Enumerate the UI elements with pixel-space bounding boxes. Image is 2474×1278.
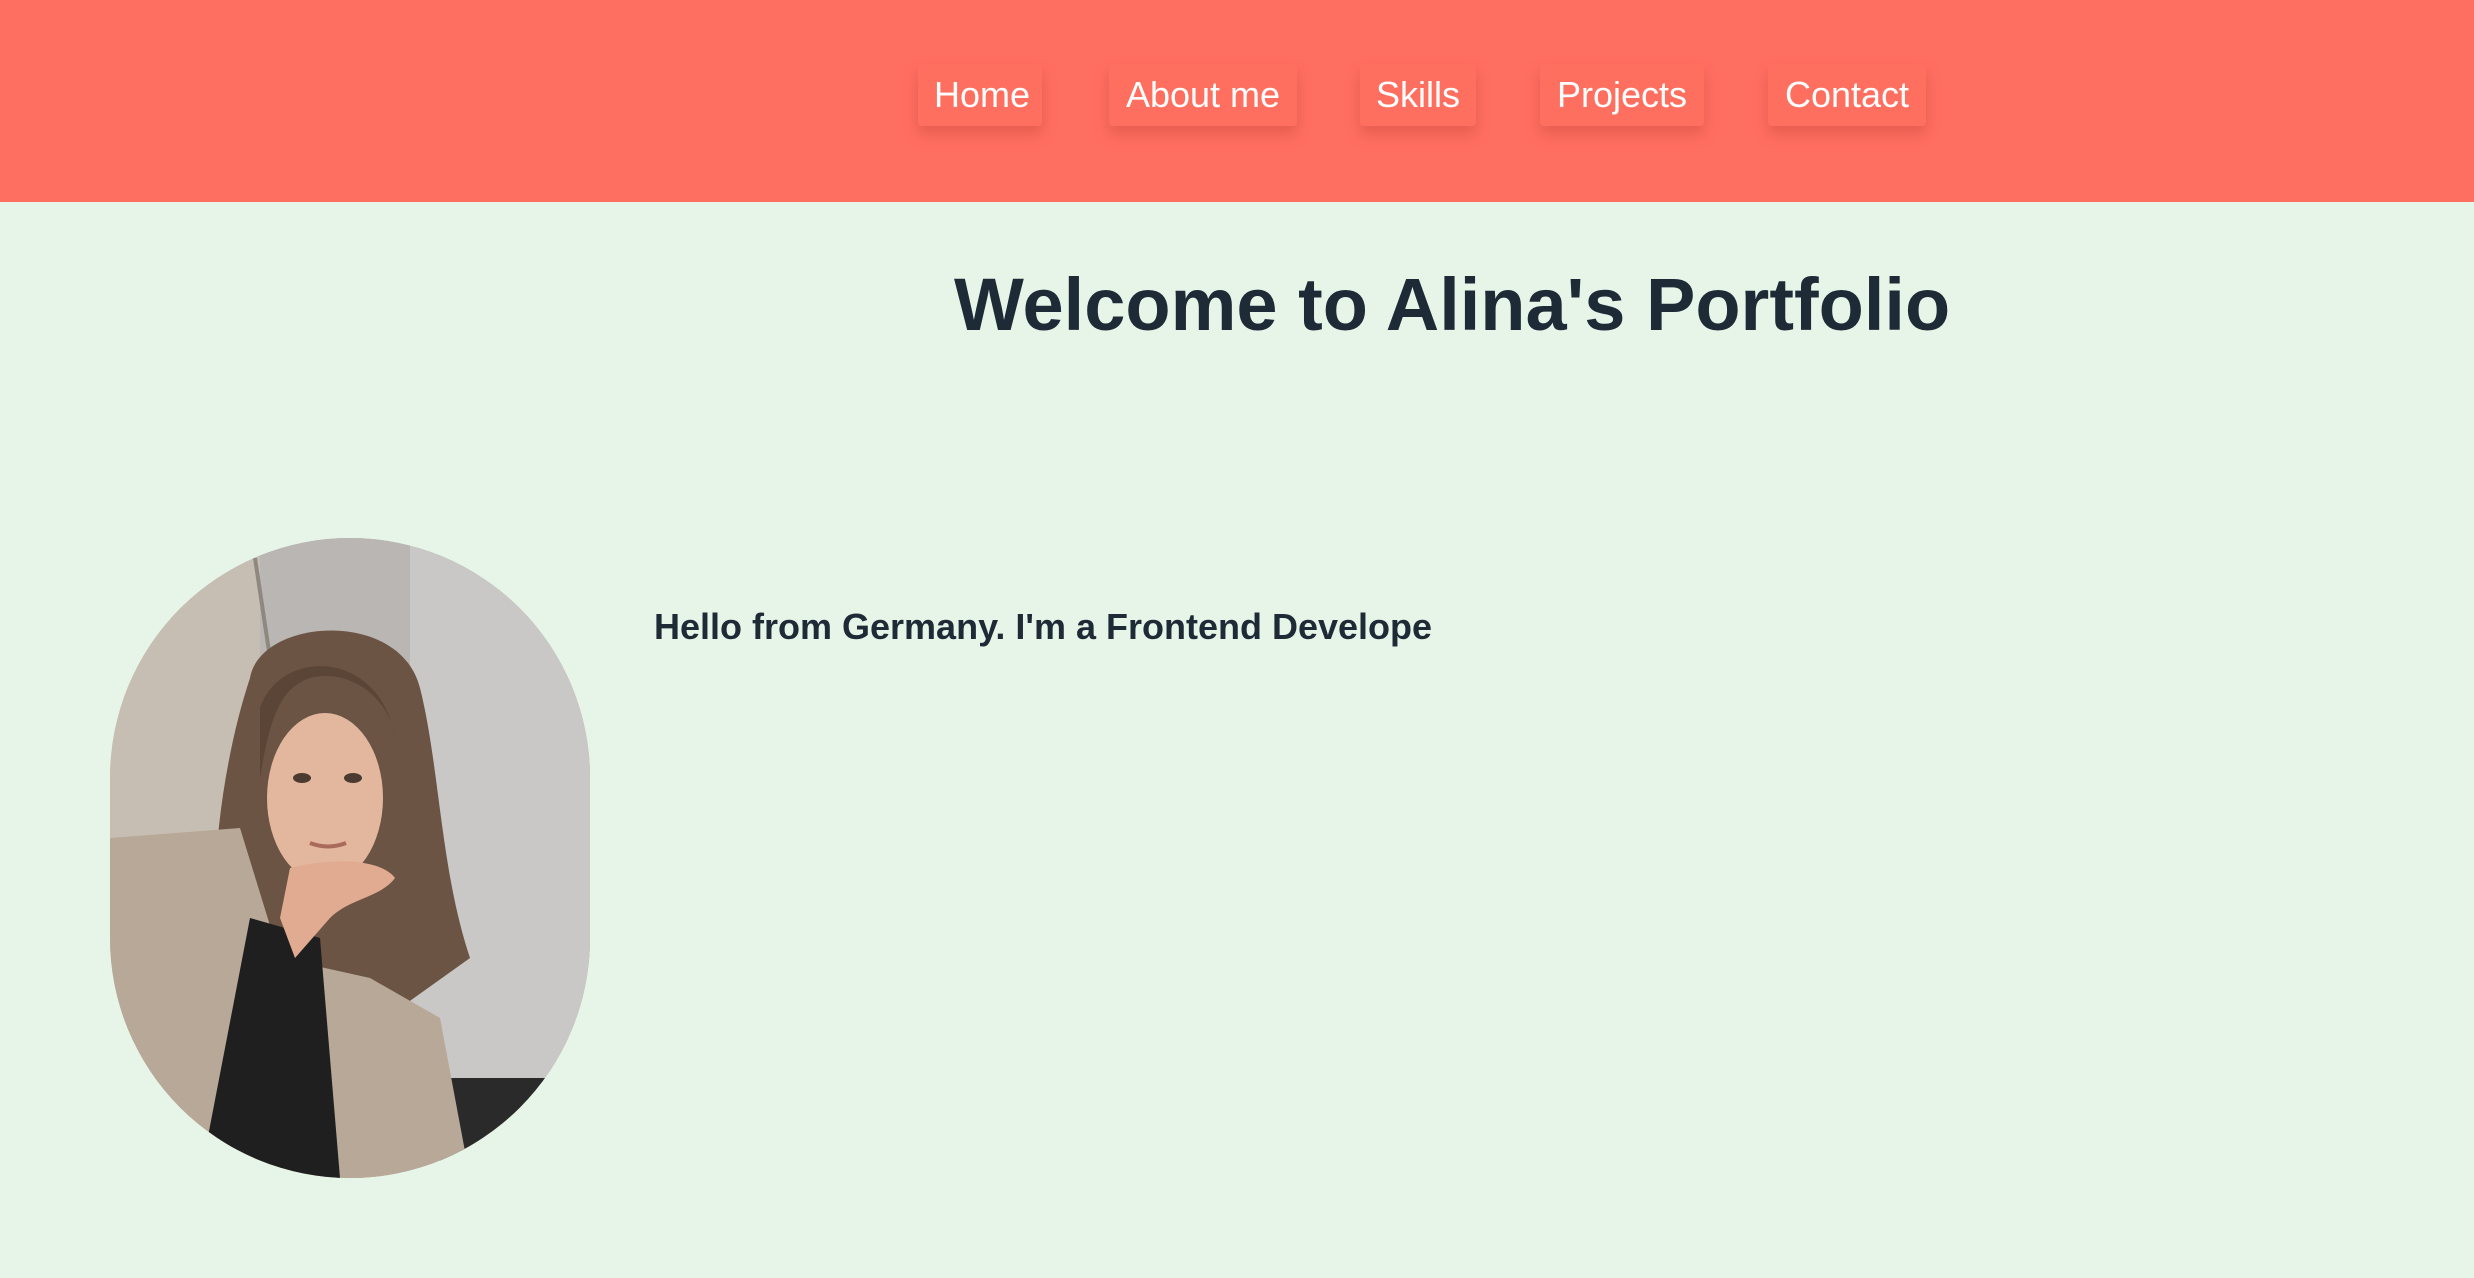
nav-item-skills[interactable]: Skills: [1360, 64, 1476, 126]
nav-item-contact[interactable]: Contact: [1768, 64, 1926, 126]
page-title: Welcome to Alina's Portfolio: [954, 263, 1951, 346]
profile-photo: [110, 538, 590, 1178]
main-nav: Home About me Skills Projects Contact: [0, 64, 2474, 126]
portrait-illustration: [110, 538, 590, 1178]
nav-item-home[interactable]: Home: [918, 64, 1042, 126]
nav-item-projects[interactable]: Projects: [1540, 64, 1704, 126]
intro-text: Hello from Germany. I'm a Frontend Devel…: [654, 606, 1433, 647]
nav-item-about-me[interactable]: About me: [1109, 64, 1297, 126]
site-header: Home About me Skills Projects Contact: [0, 0, 2474, 202]
